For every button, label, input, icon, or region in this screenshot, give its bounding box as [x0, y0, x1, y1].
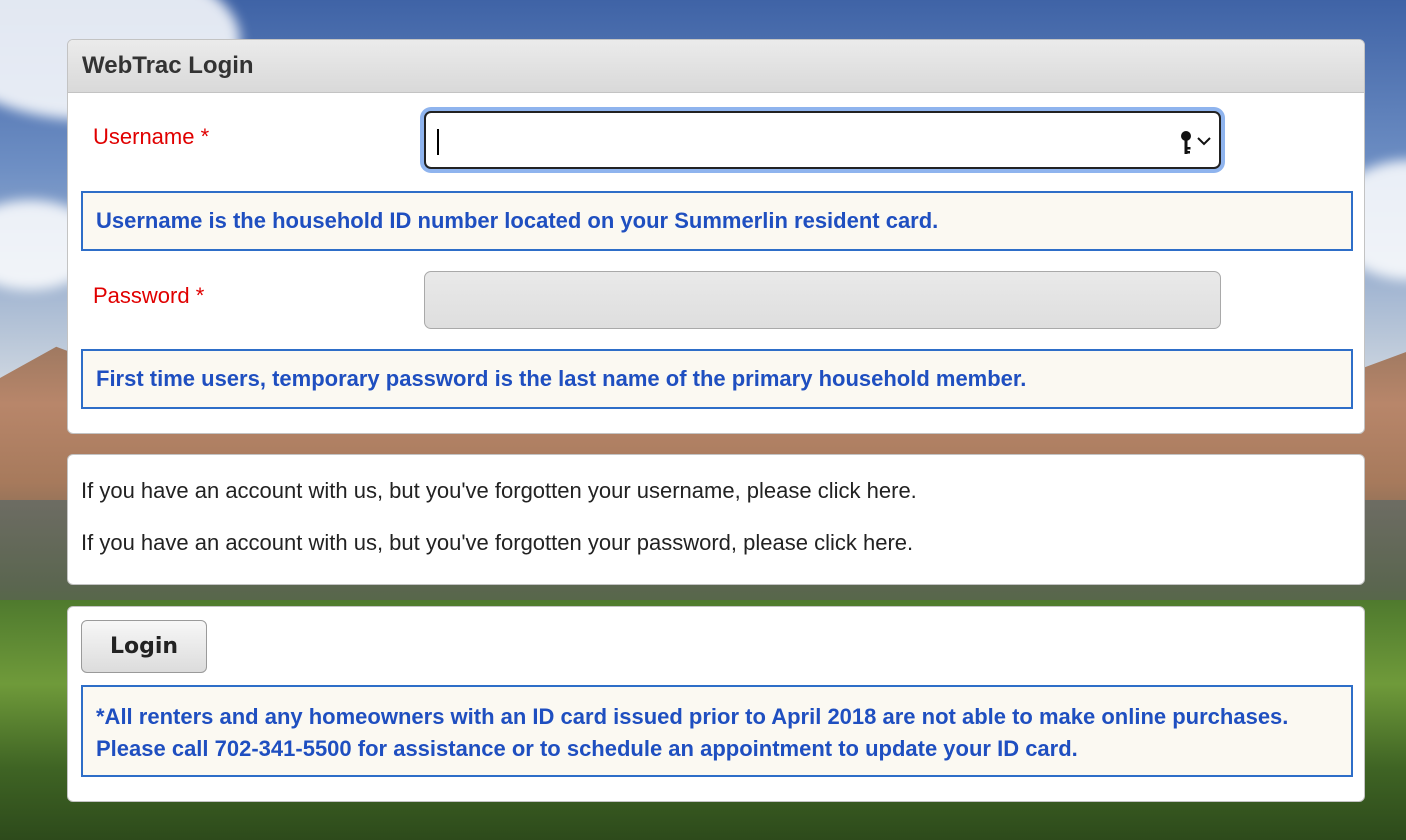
password-input[interactable] [424, 271, 1221, 329]
purchase-notice: *All renters and any homeowners with an … [81, 685, 1353, 777]
login-panel-header: WebTrac Login [68, 40, 1364, 93]
username-label: Username * [93, 124, 210, 149]
page-title: WebTrac Login [82, 52, 254, 79]
forgot-username-link[interactable]: If you have an account with us, but you'… [81, 478, 917, 504]
login-button[interactable]: Login [81, 620, 207, 673]
login-panel: WebTrac Login Username * Username is the… [67, 39, 1365, 434]
text-caret [437, 129, 439, 155]
password-label: Password * [93, 283, 205, 308]
username-hint: Username is the household ID number loca… [81, 191, 1353, 251]
key-icon[interactable] [1179, 130, 1193, 156]
login-actions-panel: Login *All renters and any homeowners wi… [67, 606, 1365, 802]
chevron-down-icon[interactable] [1197, 135, 1211, 147]
password-hint: First time users, temporary password is … [81, 349, 1353, 409]
forgot-password-link[interactable]: If you have an account with us, but you'… [81, 530, 913, 556]
username-input[interactable] [424, 111, 1221, 169]
forgot-credentials-panel: If you have an account with us, but you'… [67, 454, 1365, 585]
